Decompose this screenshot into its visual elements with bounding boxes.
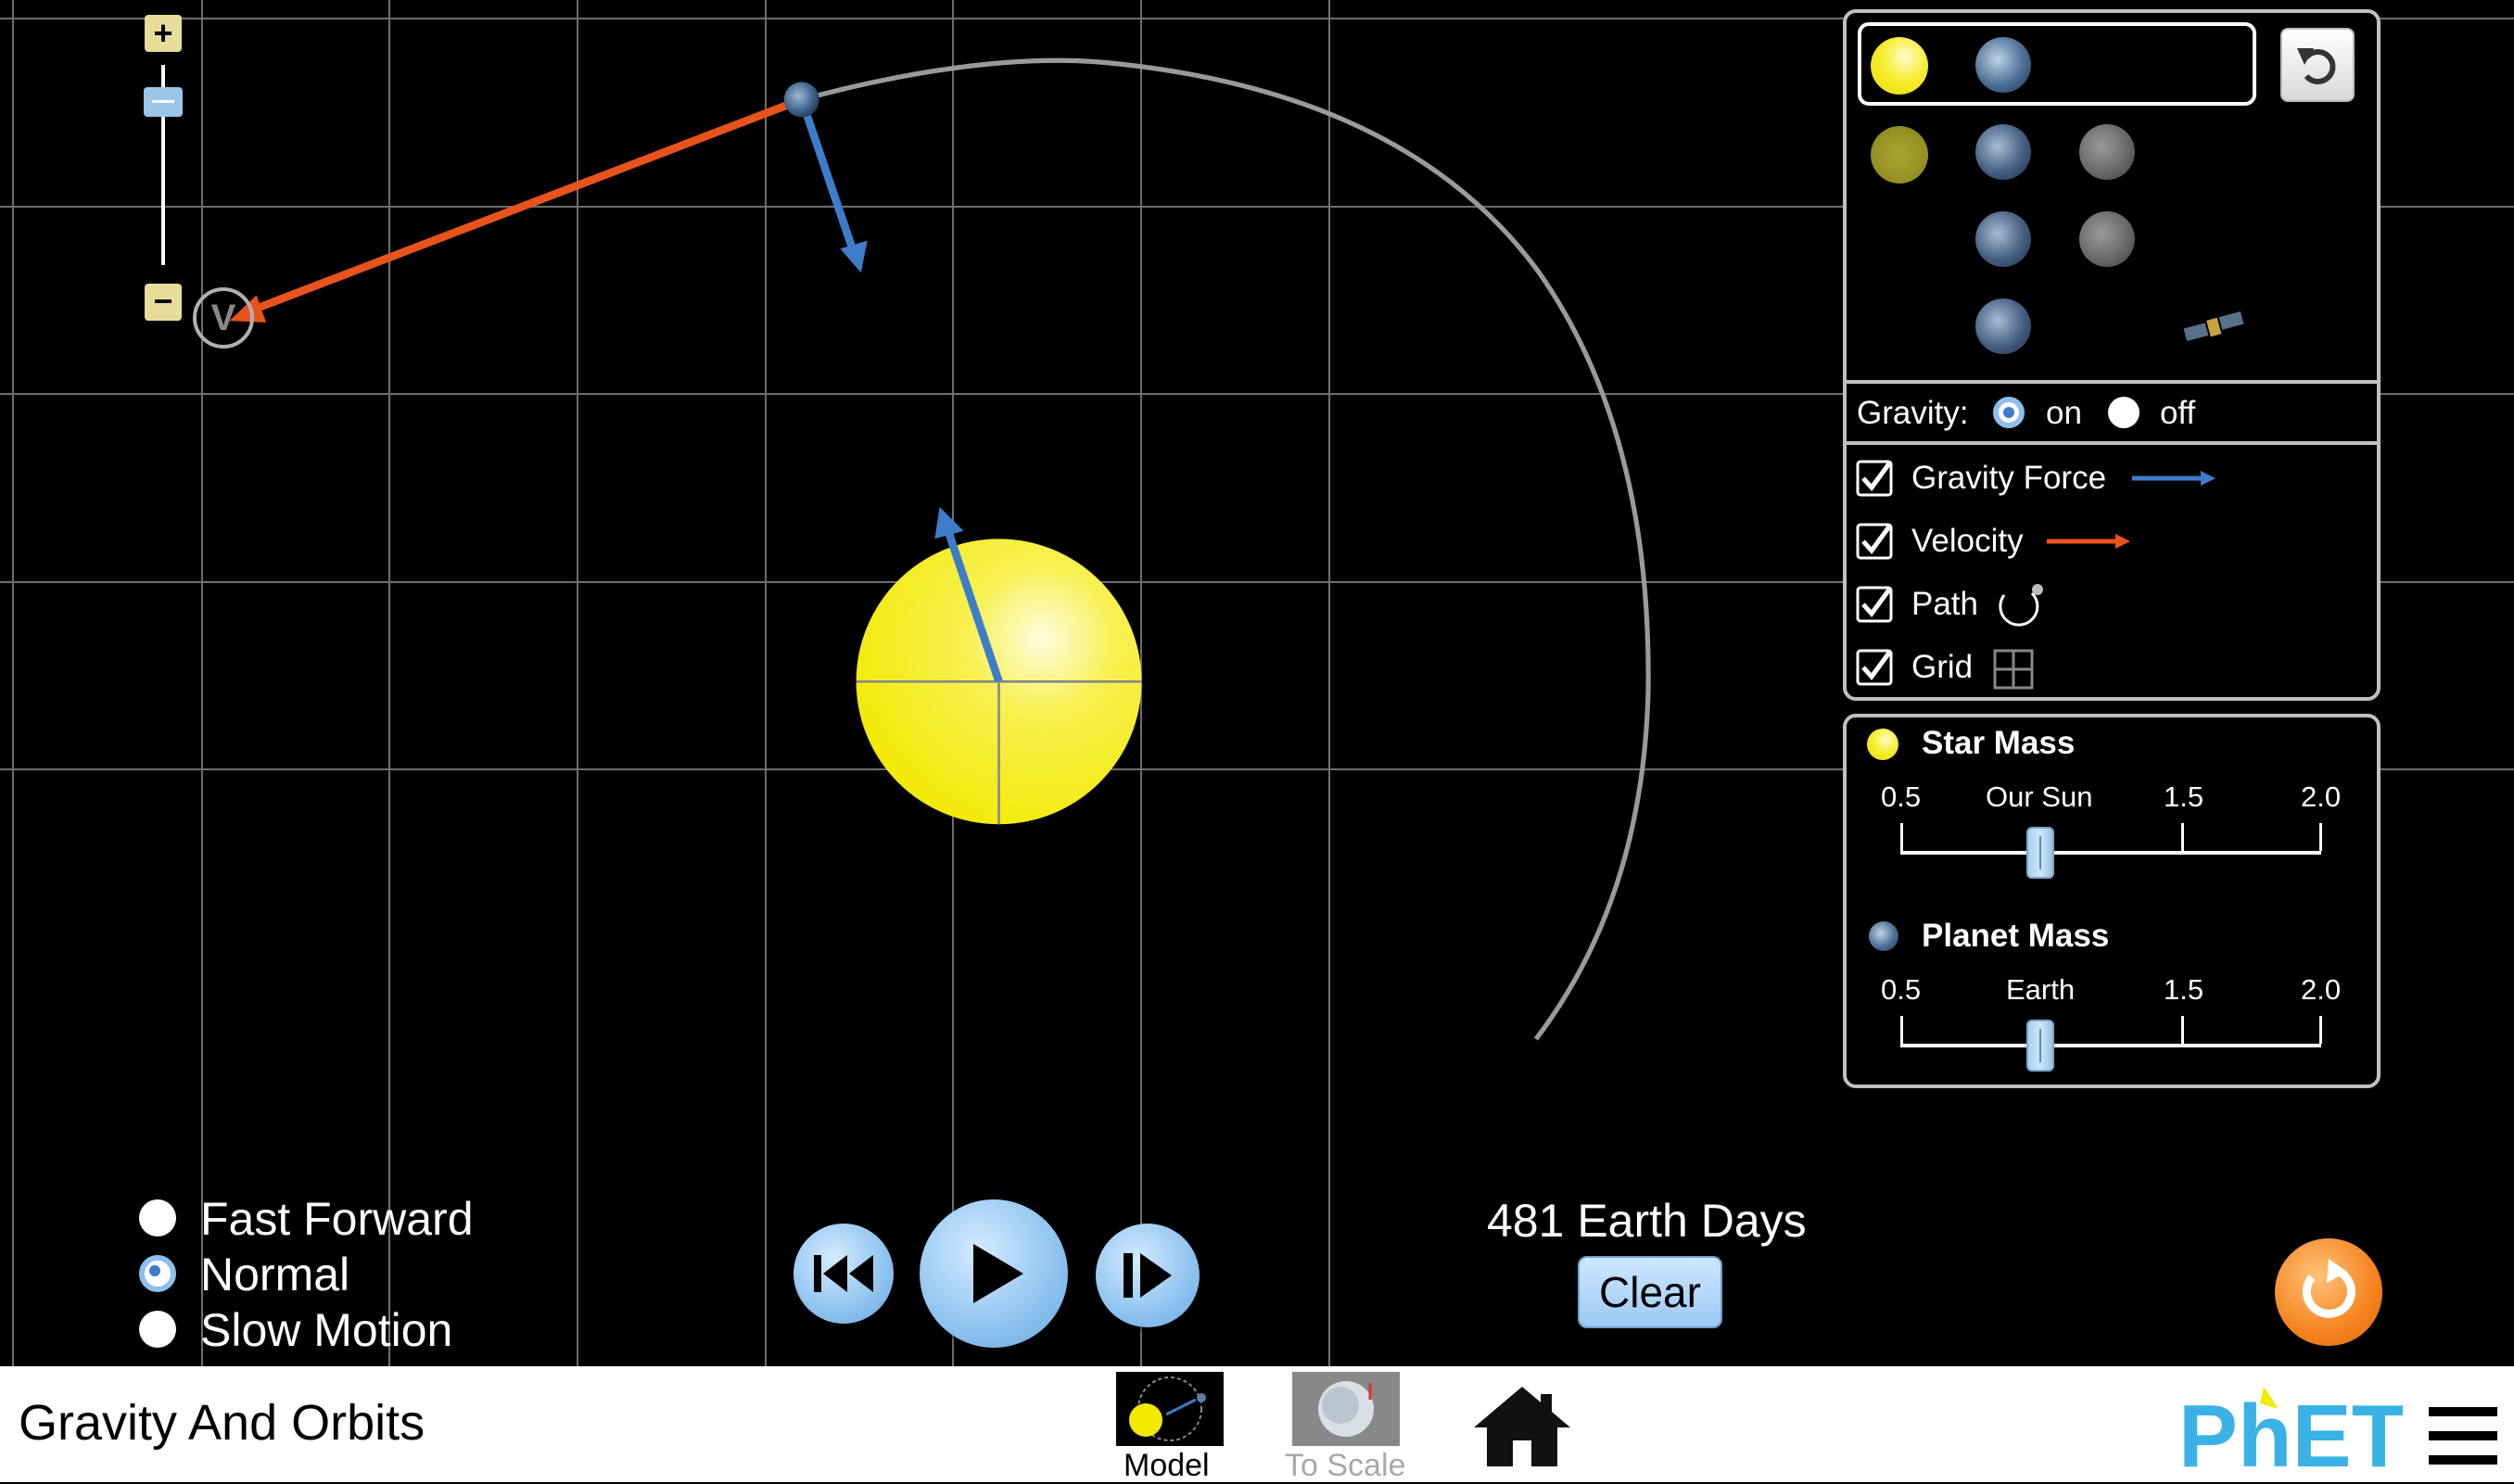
to-scale-screen-icon[interactable] [1292, 1372, 1400, 1446]
star-mass-tick: 1.5 [2164, 780, 2204, 813]
to-scale-screen-thumbnail [1318, 1381, 1374, 1437]
star-mass-tick: 0.5 [1881, 780, 1922, 813]
moon-icon[interactable] [2079, 124, 2135, 180]
fast-forward-label[interactable]: Fast Forward [200, 1192, 474, 1246]
slow-motion-label[interactable]: Slow Motion [200, 1303, 452, 1357]
panel-divider [1845, 441, 2379, 445]
elapsed-time: 481 Earth Days [1487, 1195, 1807, 1247]
step-forward-button[interactable] [1096, 1224, 1200, 1327]
planet-mass-tick: 1.5 [2164, 973, 2204, 1006]
path-checkbox[interactable] [1856, 586, 1893, 623]
planet-mass-track[interactable] [1900, 1044, 2321, 1047]
gravity-on-label[interactable]: on [2046, 395, 2082, 432]
grid-icon [1993, 649, 2034, 690]
play-area: + − V Gravity: on off Gravity Force Velo… [0, 0, 2514, 1366]
mass-panel [1843, 714, 2381, 1088]
gravity-on-radio[interactable] [1993, 397, 2025, 428]
minus-icon: − [153, 282, 173, 320]
orbit-path [801, 57, 1651, 1041]
gravity-off-label[interactable]: off [2160, 395, 2195, 432]
planet-body[interactable] [783, 82, 819, 118]
play-icon [973, 1244, 1023, 1303]
home-icon[interactable] [1472, 1385, 1572, 1468]
reset-bodies-button[interactable] [2280, 28, 2355, 102]
planet-mass-tick: 0.5 [1881, 973, 1922, 1006]
earth-icon[interactable] [1975, 298, 2031, 354]
panel-divider [1845, 380, 2379, 384]
path-label[interactable]: Path [1911, 586, 1978, 623]
phet-logo: PhET [2178, 1387, 2403, 1476]
model-screen-label[interactable]: Model [1124, 1448, 1210, 1484]
velocity-marker-label: V [210, 297, 236, 338]
gravity-label: Gravity: [1857, 395, 1969, 431]
model-screen-icon[interactable] [1116, 1372, 1224, 1446]
reset-icon [2302, 1259, 2355, 1318]
velocity-checkbox[interactable] [1856, 523, 1893, 560]
svg-text:PhET: PhET [2178, 1387, 2403, 1476]
velocity-arrow-icon [2047, 534, 2130, 549]
star-mass-title: Star Mass [1922, 725, 2076, 761]
gravity-force-checkbox[interactable] [1856, 460, 1893, 497]
star-mass-slider-thumb[interactable] [2026, 827, 2055, 879]
rewind-button[interactable] [794, 1224, 894, 1324]
earth-icon [1869, 921, 1898, 951]
sun-icon[interactable] [1871, 126, 1928, 184]
normal-speed-label[interactable]: Normal [200, 1248, 349, 1301]
clear-button[interactable]: Clear [1578, 1256, 1722, 1328]
slow-motion-radio[interactable] [139, 1311, 176, 1348]
reset-all-button[interactable] [2275, 1238, 2382, 1346]
navigation-bar: Gravity And Orbits Model To Scale PhET [0, 1366, 2514, 1484]
star-mass-tick: Our Sun [1986, 780, 2093, 813]
gravity-force-label[interactable]: Gravity Force [1911, 460, 2106, 497]
earth-icon[interactable] [1975, 211, 2031, 267]
star-mass-tick: 2.0 [2301, 780, 2342, 813]
fast-forward-radio[interactable] [139, 1199, 176, 1237]
satellite-icon[interactable] [2182, 308, 2245, 345]
planet-mass-title: Planet Mass [1922, 918, 2110, 954]
planet-mass-tick: Earth [2006, 973, 2076, 1006]
planet-mass-slider-thumb[interactable] [2026, 1020, 2055, 1072]
rewind-icon [814, 1255, 873, 1292]
zoom-in-button[interactable]: + [145, 15, 182, 52]
earth-icon [1975, 37, 2031, 93]
grid-checkbox[interactable] [1856, 649, 1893, 686]
model-screen-thumbnail [1129, 1376, 1206, 1441]
play-button[interactable] [920, 1199, 1068, 1348]
undo-icon [2297, 48, 2336, 84]
app-title: Gravity And Orbits [19, 1395, 425, 1451]
zoom-out-button[interactable]: − [145, 284, 182, 321]
sun-icon [1867, 729, 1898, 760]
velocity-marker[interactable]: V [193, 287, 254, 349]
star-mass-track[interactable] [1900, 851, 2321, 855]
velocity-label[interactable]: Velocity [1911, 523, 2024, 560]
to-scale-screen-label[interactable]: To Scale [1285, 1448, 1405, 1484]
moon-icon[interactable] [2079, 211, 2135, 267]
planet-mass-tick: 2.0 [2301, 973, 2342, 1006]
grid-label[interactable]: Grid [1911, 649, 1973, 686]
menu-icon[interactable] [2429, 1407, 2497, 1466]
normal-speed-radio[interactable] [139, 1255, 176, 1292]
sun-icon [1871, 37, 1928, 95]
zoom-slider-thumb[interactable] [144, 87, 183, 117]
gravity-off-radio[interactable] [2108, 397, 2139, 428]
earth-icon[interactable] [1975, 124, 2031, 180]
step-forward-icon [1124, 1253, 1172, 1298]
plus-icon: + [153, 14, 173, 52]
gravity-force-arrow-icon [2132, 471, 2216, 486]
path-icon [1999, 584, 2043, 627]
